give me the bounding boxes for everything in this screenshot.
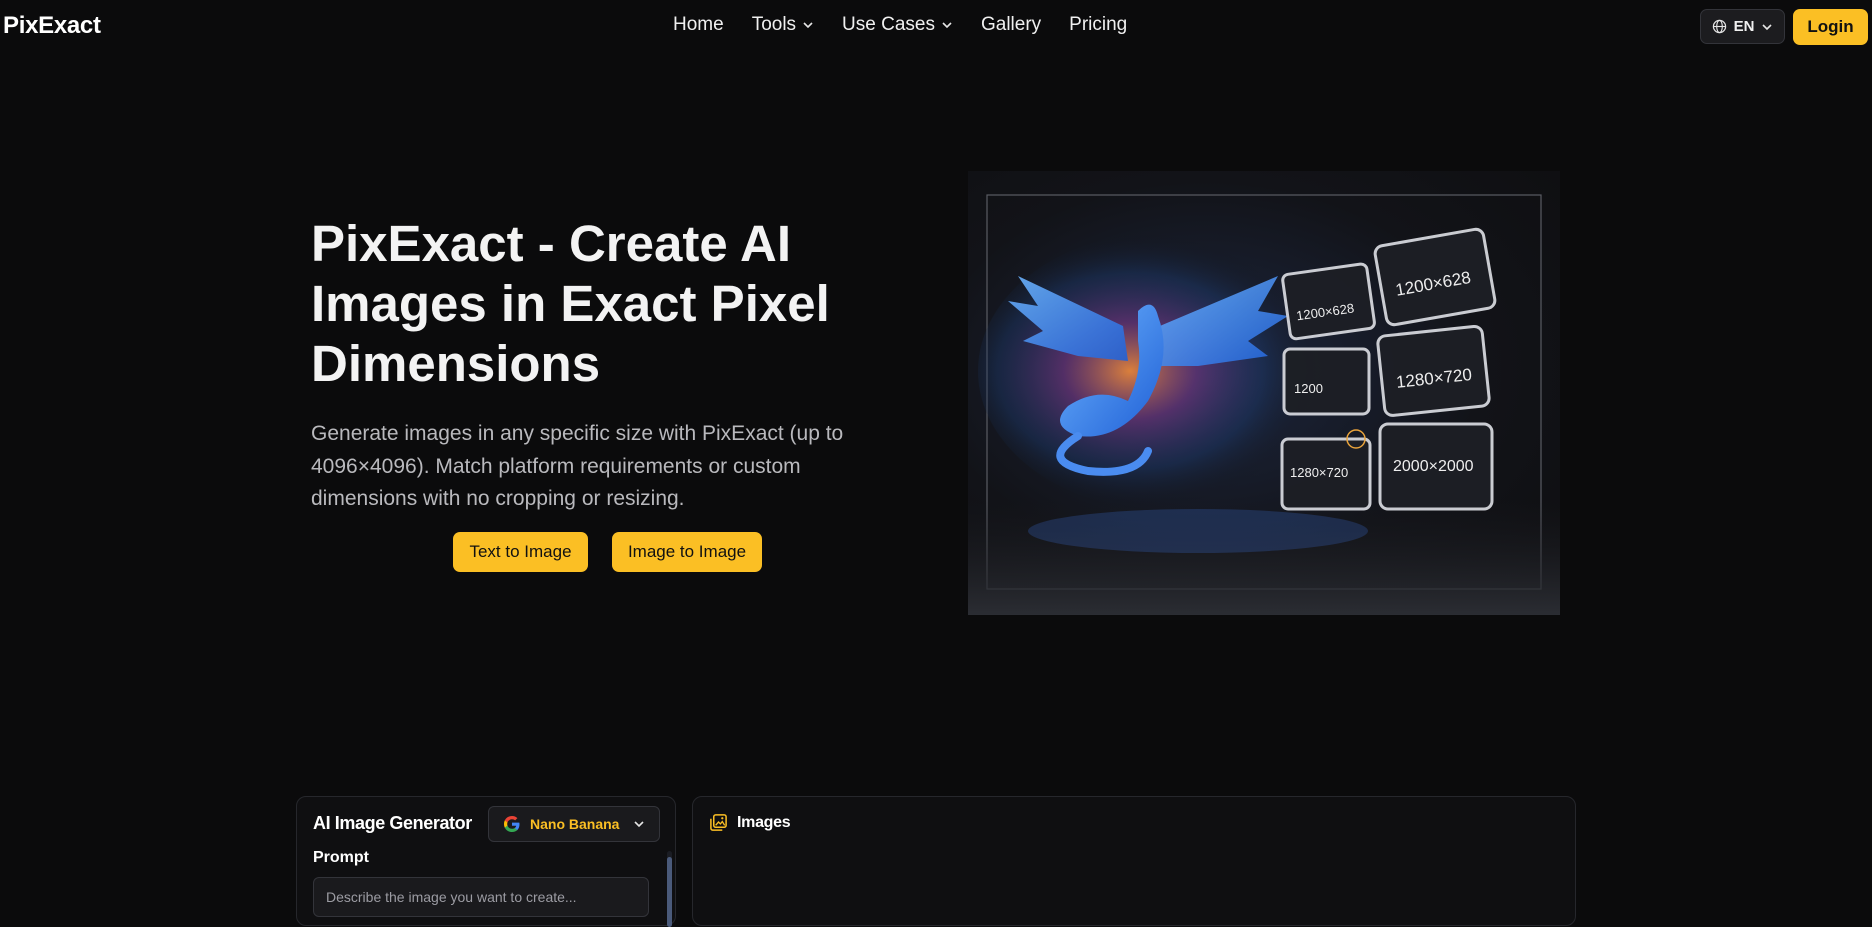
chevron-down-icon xyxy=(942,22,952,29)
nav-use-cases[interactable]: Use Cases xyxy=(842,14,953,36)
nav-pricing[interactable]: Pricing xyxy=(1069,14,1127,36)
nav-pricing-label: Pricing xyxy=(1069,14,1128,35)
nav-gallery[interactable]: Gallery xyxy=(981,14,1041,36)
nav-tools-label: Tools xyxy=(751,14,797,35)
nav-home-label: Home xyxy=(673,14,724,35)
nav-gallery-label: Gallery xyxy=(980,14,1042,35)
logo[interactable]: PixExact xyxy=(3,12,101,40)
size-label: 1280×720 xyxy=(1290,465,1348,480)
chevron-down-icon xyxy=(1762,23,1772,30)
text-to-image-button[interactable]: Text to Image xyxy=(453,532,588,572)
language-selector[interactable]: EN xyxy=(1700,9,1785,44)
images-icon xyxy=(710,814,727,831)
hero-subtitle: Generate images in any specific size wit… xyxy=(311,422,844,510)
model-name: Nano Banana xyxy=(530,816,620,832)
scrollbar-thumb[interactable] xyxy=(667,857,672,927)
scrollbar[interactable] xyxy=(667,851,672,927)
generator-panel: AI Image Generator Nano Banana Prompt xyxy=(296,796,676,927)
nav-home[interactable]: Home xyxy=(673,14,724,36)
model-selector[interactable]: Nano Banana xyxy=(488,806,660,842)
size-label: 2000×2000 xyxy=(1393,458,1474,475)
size-label: 1200 xyxy=(1294,381,1323,396)
nav-tools[interactable]: Tools xyxy=(752,14,814,36)
generator-title: AI Image Generator xyxy=(313,813,472,833)
google-icon xyxy=(504,816,520,832)
chevron-down-icon xyxy=(634,821,644,828)
prompt-input[interactable] xyxy=(313,877,649,917)
chevron-down-icon xyxy=(803,22,813,29)
hero-title: PixExact - Create AI Images in Exact Pix… xyxy=(311,215,830,392)
image-to-image-button[interactable]: Image to Image xyxy=(612,532,762,572)
images-title: Images xyxy=(737,813,791,831)
nav-use-cases-label: Use Cases xyxy=(842,14,935,35)
login-button[interactable]: Login xyxy=(1793,9,1868,45)
images-header: Images xyxy=(709,813,791,832)
language-label: EN xyxy=(1733,18,1755,35)
main-nav: Home Tools Use Cases Gallery Pricing xyxy=(673,14,1155,36)
images-panel: Images xyxy=(692,796,1576,926)
prompt-label: Prompt xyxy=(313,849,369,866)
site-header: PixExact Home Tools Use Cases Gallery Pr… xyxy=(0,0,1872,52)
hero-image: 1200×628 1200×628 1200 1280×720 1280×720… xyxy=(968,171,1560,615)
globe-icon xyxy=(1712,19,1726,34)
